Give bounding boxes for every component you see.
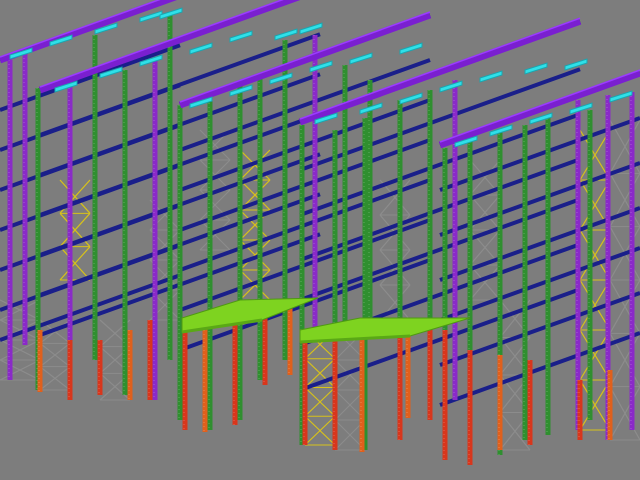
steel-structure-model xyxy=(0,0,640,480)
structure-viewport[interactable] xyxy=(0,0,640,480)
